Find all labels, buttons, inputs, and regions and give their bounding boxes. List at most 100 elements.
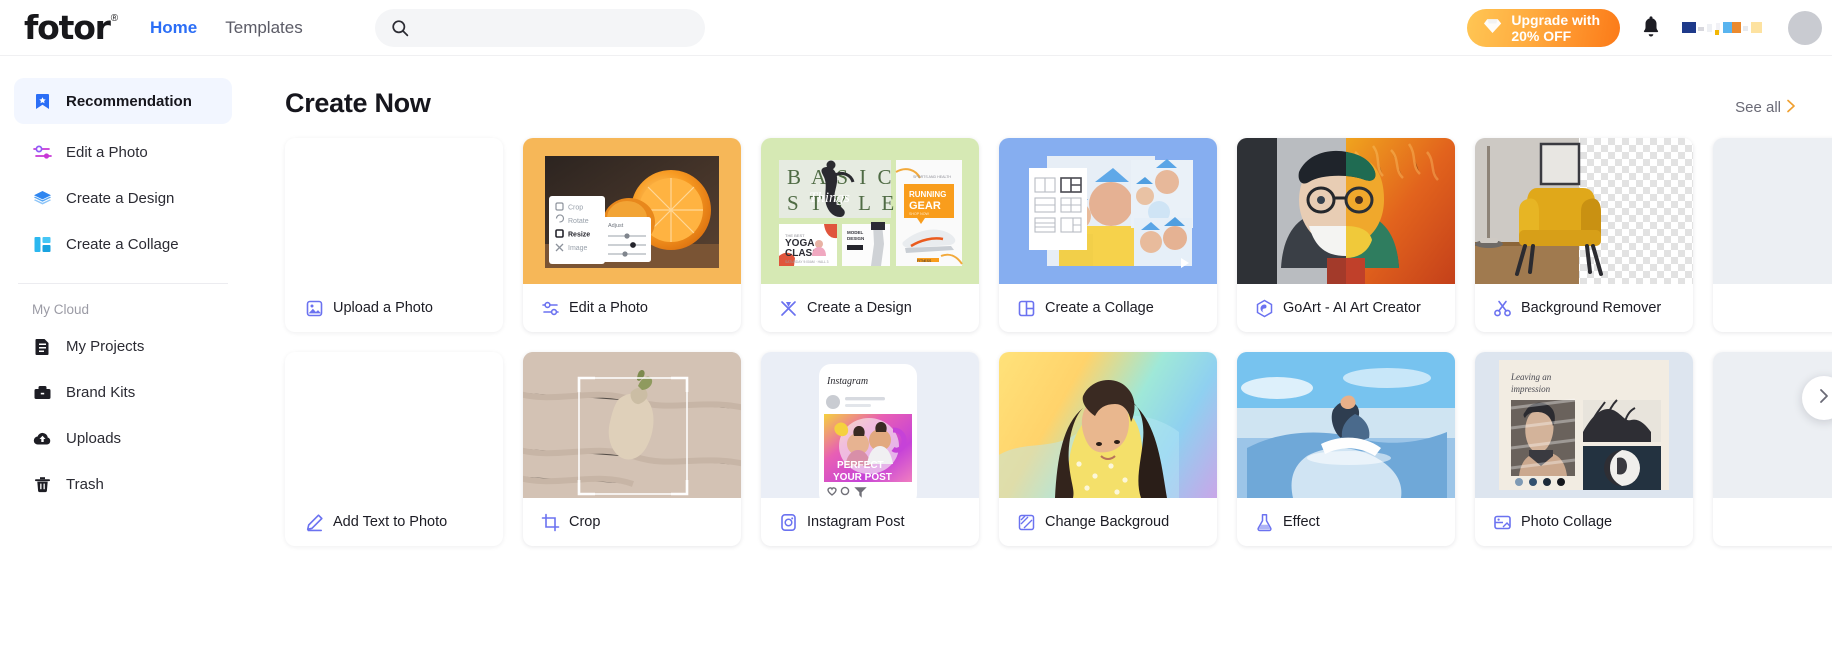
card-label-row: [1713, 284, 1832, 332]
card-label: Add Text to Photo: [333, 514, 448, 530]
card-thumbnail: [1237, 352, 1455, 498]
card-goart-ai-art-creator[interactable]: GoArt - AI Art Creator: [1237, 138, 1455, 332]
card-label: Edit a Photo: [569, 300, 648, 316]
sidebar-item-my-projects[interactable]: My Projects: [14, 323, 232, 369]
bell-icon[interactable]: [1640, 16, 1662, 39]
sliders-icon: [32, 142, 52, 162]
card-label-row: Effect: [1237, 498, 1455, 546]
card-label: Background Remover: [1521, 300, 1662, 316]
card-label: Crop: [569, 514, 601, 530]
upgrade-button-label: Upgrade with 20% OFF: [1511, 11, 1600, 44]
nav-item-home[interactable]: Home: [150, 18, 197, 38]
card-thumbnail: [285, 138, 503, 284]
svg-text:Leaving an: Leaving an: [1510, 372, 1552, 382]
sidebar-item-create-a-collage[interactable]: Create a Collage: [14, 221, 232, 267]
sidebar-divider: [18, 283, 228, 284]
scissors-icon: [1493, 299, 1512, 318]
card-create-a-design[interactable]: B A S I C S T Y L E S Things THE BEST YO…: [761, 138, 979, 332]
card-label-row: [1713, 498, 1832, 546]
sidebar-section-title: My Cloud: [32, 302, 90, 317]
sidebar-item-brand-kits[interactable]: Brand Kits: [14, 369, 232, 415]
sidebar-item-label: Edit a Photo: [66, 143, 148, 161]
svg-text:Things: Things: [809, 190, 850, 206]
section-header: Create Now See all: [246, 56, 1832, 119]
card-create-a-collage[interactable]: Create a Collage: [999, 138, 1217, 332]
card-photo-collage[interactable]: Leaving an impression Photo Collage: [1475, 352, 1693, 546]
card-label-row: Create a Collage: [999, 284, 1217, 332]
svg-text:Image: Image: [568, 245, 588, 252]
card-upload-a-photo[interactable]: Upload a Photo: [285, 138, 503, 332]
card-label-row: Create a Design: [761, 284, 979, 332]
language-flag-icon[interactable]: [1682, 18, 1768, 38]
card-label-row: GoArt - AI Art Creator: [1237, 284, 1455, 332]
card-next-partial[interactable]: [1713, 138, 1832, 332]
main-content: Create Now See all Upload a Photo Crop R…: [246, 56, 1832, 671]
svg-text:Adjust: Adjust: [608, 223, 624, 229]
svg-text:DESIGN: DESIGN: [847, 236, 864, 241]
sidebar-item-uploads[interactable]: Uploads: [14, 415, 232, 461]
card-label: Effect: [1283, 514, 1320, 530]
collage-icon: [1017, 299, 1036, 318]
see-all-link[interactable]: See all: [1735, 99, 1802, 117]
svg-text:Instagram: Instagram: [826, 376, 868, 387]
design-icon: [779, 299, 798, 318]
card-thumbnail: [285, 352, 503, 498]
card-label-row: Change Backgroud: [999, 498, 1217, 546]
search-box[interactable]: [374, 8, 705, 47]
bookmark-star-icon: [32, 91, 52, 111]
avatar[interactable]: [1788, 10, 1822, 45]
card-label: Change Backgroud: [1045, 514, 1170, 530]
search-input[interactable]: [418, 19, 689, 36]
top-header: fotor ® Home Templates Upgrade with 20% …: [0, 0, 1832, 56]
sidebar-item-label: Brand Kits: [66, 383, 136, 401]
see-all-label: See all: [1735, 99, 1781, 116]
goart-icon: [1255, 299, 1274, 318]
sidebar-item-label: Uploads: [66, 429, 122, 447]
fotor-logo[interactable]: fotor ®: [24, 7, 128, 47]
card-label: Photo Collage: [1521, 514, 1613, 530]
svg-text:MODEL: MODEL: [847, 230, 864, 235]
card-label: Create a Design: [807, 300, 912, 316]
upgrade-button[interactable]: Upgrade with 20% OFF: [1467, 8, 1620, 47]
svg-text:SPORTS AND HEALTH: SPORTS AND HEALTH: [913, 175, 951, 179]
svg-text:YOUR POST: YOUR POST: [833, 472, 892, 483]
card-instagram-post[interactable]: Instagram PERFECT YOUR POST Instagram Po…: [761, 352, 979, 546]
sidebar-item-trash[interactable]: Trash: [14, 461, 232, 507]
svg-text:GEAR: GEAR: [909, 200, 941, 212]
card-thumbnail: [1237, 138, 1455, 284]
card-label: Create a Collage: [1045, 300, 1154, 316]
card-label-row: Photo Collage: [1475, 498, 1693, 546]
card-background-remover[interactable]: Background Remover: [1475, 138, 1693, 332]
svg-text:impression: impression: [1511, 384, 1551, 394]
sidebar: Recommendation Edit a Photo Create a Des…: [0, 56, 246, 671]
upload-image-icon: [305, 299, 324, 318]
chevron-right-icon: [1786, 99, 1796, 117]
svg-text:Resize: Resize: [568, 232, 590, 239]
svg-text:PERFECT: PERFECT: [837, 460, 884, 471]
create-now-grid: Upload a Photo Crop Rotate Resize Image …: [285, 138, 1832, 546]
svg-text:SATURDAY 9:00AM · HALL 3: SATURDAY 9:00AM · HALL 3: [785, 260, 829, 264]
card-thumbnail: Crop Rotate Resize Image Adjust: [523, 138, 741, 284]
layers-icon: [32, 188, 52, 208]
hatch-square-icon: [1017, 513, 1036, 532]
card-effect[interactable]: Effect: [1237, 352, 1455, 546]
nav-item-templates[interactable]: Templates: [225, 18, 302, 38]
logo-text: fotor: [24, 7, 111, 47]
card-edit-a-photo[interactable]: Crop Rotate Resize Image Adjust Edit a P…: [523, 138, 741, 332]
instagram-icon: [779, 513, 798, 532]
sidebar-item-create-a-design[interactable]: Create a Design: [14, 175, 232, 221]
card-thumbnail: Instagram PERFECT YOUR POST: [761, 352, 979, 498]
trash-icon: [32, 474, 52, 494]
card-label-row: Crop: [523, 498, 741, 546]
sidebar-item-label: Create a Collage: [66, 235, 179, 253]
sidebar-item-edit-a-photo[interactable]: Edit a Photo: [14, 129, 232, 175]
sidebar-item-recommendation[interactable]: Recommendation: [14, 78, 232, 124]
pen-icon: [305, 513, 324, 532]
card-thumbnail: [1713, 138, 1832, 284]
sidebar-item-label: Recommendation: [66, 92, 192, 110]
crop-icon: [541, 513, 560, 532]
card-change-background[interactable]: Change Backgroud: [999, 352, 1217, 546]
card-add-text-to-photo[interactable]: Add Text to Photo: [285, 352, 503, 546]
card-crop[interactable]: Crop: [523, 352, 741, 546]
card-thumbnail: [999, 138, 1217, 284]
